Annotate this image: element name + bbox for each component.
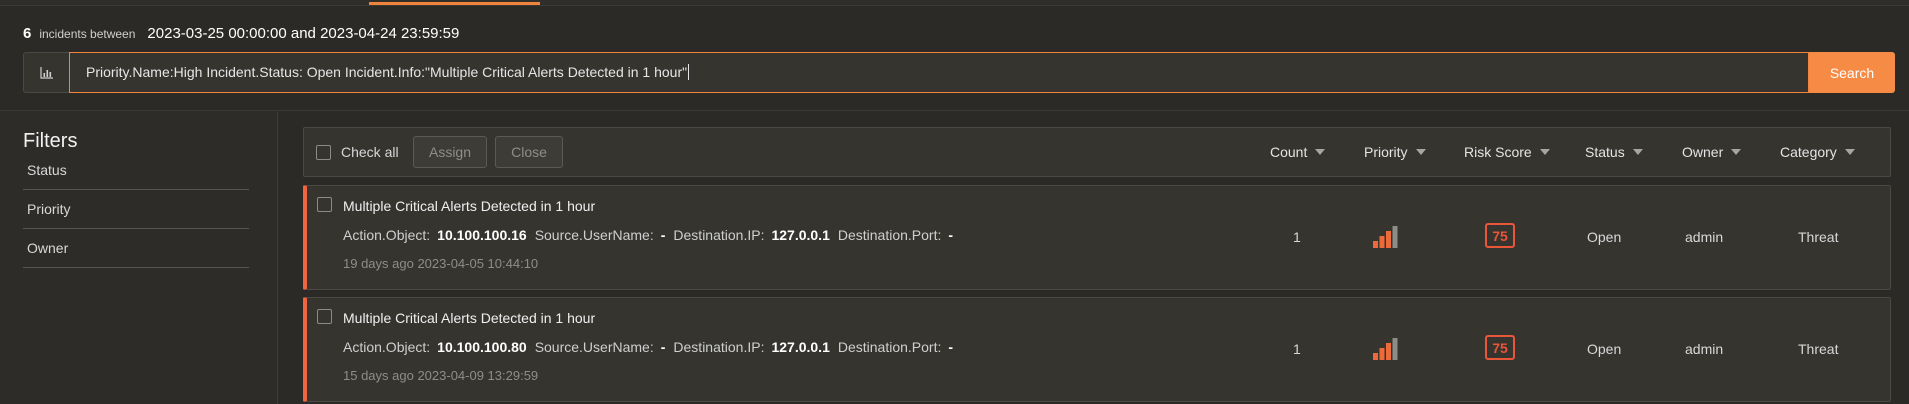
incident-row-checkbox[interactable]	[317, 197, 332, 212]
field-key: Source.UserName:	[534, 339, 654, 355]
field-value: 127.0.0.1	[771, 339, 830, 355]
filter-item-status[interactable]: Status	[23, 151, 249, 190]
chart-toggle-button[interactable]	[23, 52, 69, 93]
priority-bar	[1373, 241, 1378, 248]
incident-count: 1	[1293, 229, 1301, 245]
priority-bar	[1386, 343, 1391, 360]
priority-bar	[1392, 338, 1398, 360]
incident-category: Threat	[1798, 229, 1839, 245]
column-header-category[interactable]: Category	[1780, 144, 1855, 160]
sort-caret-icon	[1539, 149, 1550, 155]
incident-details: Action.Object: 10.100.100.16 Source.UserN…	[343, 227, 961, 243]
field-value: 127.0.0.1	[771, 227, 830, 243]
priority-bar	[1386, 231, 1391, 248]
field-key: Action.Object:	[343, 339, 431, 355]
sort-caret-icon	[1632, 149, 1643, 155]
priority-signal-icon	[1373, 338, 1398, 360]
incident-owner: admin	[1685, 229, 1724, 245]
column-header-risk-score-label: Risk Score	[1464, 144, 1532, 160]
incident-count: 1	[1293, 341, 1301, 357]
field-value: -	[660, 227, 666, 243]
search-input[interactable]: Priority.Name:High Incident.Status: Open…	[69, 52, 1809, 93]
search-bar: Priority.Name:High Incident.Status: Open…	[23, 52, 1895, 93]
column-header-count-label: Count	[1270, 144, 1308, 160]
column-header-owner-label: Owner	[1682, 144, 1724, 160]
field-key: Action.Object:	[343, 227, 431, 243]
incident-list-toolbar: Check all Assign Close Count Priority Ri…	[303, 127, 1891, 177]
column-header-status[interactable]: Status	[1585, 144, 1643, 160]
top-tab-bar	[0, 0, 1909, 6]
date-range: 2023-03-25 00:00:00 and 2023-04-24 23:59…	[147, 25, 460, 42]
close-button[interactable]: Close	[495, 136, 563, 168]
priority-bar	[1379, 236, 1385, 248]
field-key: Destination.Port:	[837, 227, 942, 243]
risk-score-badge: 75	[1485, 223, 1515, 248]
column-header-priority[interactable]: Priority	[1364, 144, 1426, 160]
field-value: -	[948, 339, 954, 355]
incident-status: Open	[1587, 341, 1622, 357]
filters-title: Filters	[23, 130, 78, 152]
column-header-category-label: Category	[1780, 144, 1837, 160]
incident-status: Open	[1587, 229, 1622, 245]
incident-between-label: incidents between	[39, 27, 136, 41]
incident-summary: 6 incidents between 2023-03-25 00:00:00 …	[23, 25, 459, 45]
field-key: Destination.IP:	[673, 227, 765, 243]
field-value: 10.100.100.16	[437, 227, 527, 243]
incident-time: 15 days ago 2023-04-09 13:29:59	[343, 368, 539, 383]
incident-title[interactable]: Multiple Critical Alerts Detected in 1 h…	[343, 310, 595, 326]
incident-title[interactable]: Multiple Critical Alerts Detected in 1 h…	[343, 198, 595, 214]
priority-bar	[1373, 353, 1378, 360]
column-header-status-label: Status	[1585, 144, 1625, 160]
field-key: Destination.Port:	[837, 339, 942, 355]
field-key: Source.UserName:	[534, 227, 654, 243]
sort-caret-icon	[1731, 149, 1742, 155]
header-divider	[0, 110, 1909, 111]
incident-row[interactable]: Multiple Critical Alerts Detected in 1 h…	[303, 185, 1891, 290]
field-key: Destination.IP:	[673, 339, 765, 355]
incident-count: 6	[23, 25, 32, 42]
sort-caret-icon	[1844, 149, 1855, 155]
incident-details: Action.Object: 10.100.100.80 Source.UserN…	[343, 339, 961, 355]
text-caret	[688, 64, 690, 80]
check-all-checkbox[interactable]	[316, 145, 331, 160]
filters-panel: Filters Status Priority Owner	[0, 111, 278, 404]
incident-category: Threat	[1798, 341, 1839, 357]
incident-row-checkbox[interactable]	[317, 309, 332, 324]
filter-item-priority[interactable]: Priority	[23, 190, 249, 229]
field-value: 10.100.100.80	[437, 339, 527, 355]
sort-caret-icon	[1415, 149, 1426, 155]
incident-time: 19 days ago 2023-04-05 10:44:10	[343, 256, 539, 271]
check-all-label[interactable]: Check all	[341, 144, 399, 160]
column-header-priority-label: Priority	[1364, 144, 1408, 160]
risk-score-badge: 75	[1485, 335, 1515, 360]
filter-item-owner[interactable]: Owner	[23, 229, 249, 268]
column-header-risk-score[interactable]: Risk Score	[1464, 144, 1550, 160]
incident-owner: admin	[1685, 341, 1724, 357]
column-header-owner[interactable]: Owner	[1682, 144, 1742, 160]
incident-row[interactable]: Multiple Critical Alerts Detected in 1 h…	[303, 297, 1891, 402]
search-button[interactable]: Search	[1809, 52, 1895, 93]
column-header-count[interactable]: Count	[1270, 144, 1326, 160]
sort-caret-icon	[1315, 149, 1326, 155]
active-tab-indicator[interactable]	[369, 2, 540, 5]
assign-button[interactable]: Assign	[413, 136, 487, 168]
bar-chart-icon	[39, 66, 53, 79]
priority-bar	[1392, 226, 1398, 248]
priority-bar	[1379, 348, 1385, 360]
field-value: -	[660, 339, 666, 355]
priority-signal-icon	[1373, 226, 1398, 248]
search-query-text: Priority.Name:High Incident.Status: Open…	[86, 64, 688, 80]
field-value: -	[948, 227, 954, 243]
